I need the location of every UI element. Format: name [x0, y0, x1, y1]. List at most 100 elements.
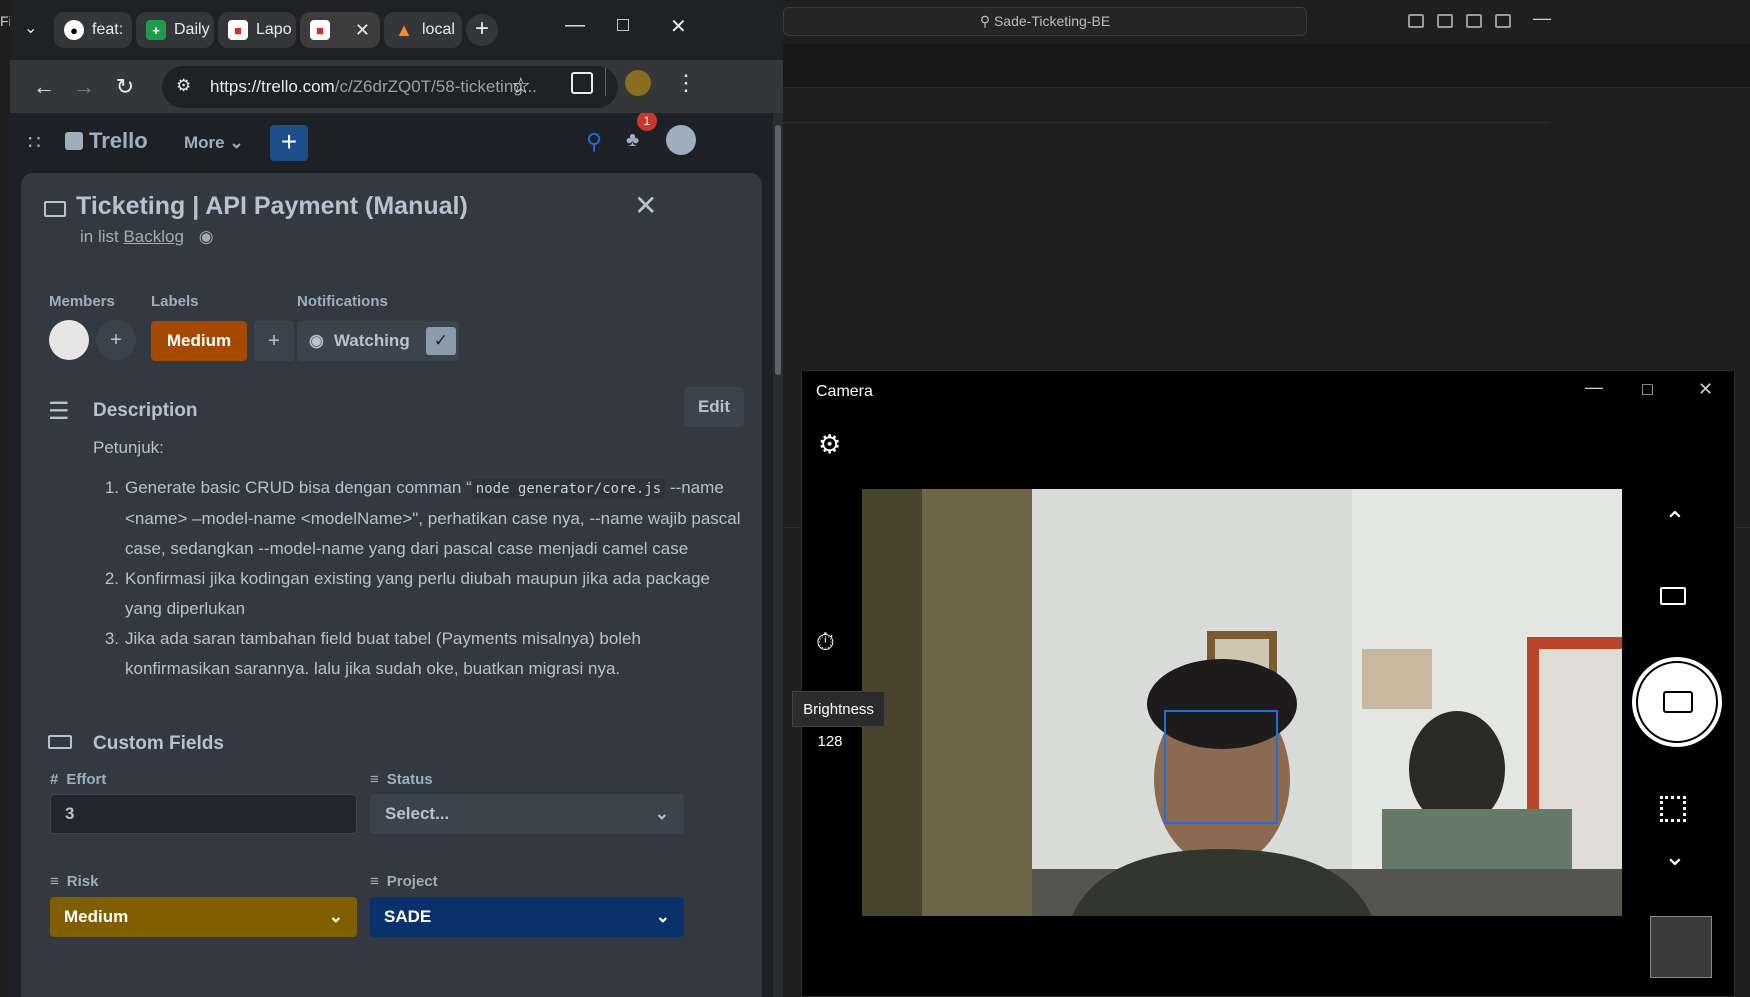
minimize-icon[interactable]: — [565, 14, 585, 37]
list-item-text: Generate basic CRUD bisa dengan comman “… [125, 473, 743, 564]
risk-select[interactable]: Medium ⌄ [50, 897, 357, 937]
description-icon: ☰ [48, 398, 70, 425]
app-switcher-icon[interactable]: ∷ [28, 130, 41, 155]
tab-sheets[interactable]: + Daily [136, 12, 214, 48]
video-mode-icon[interactable] [1660, 587, 1686, 605]
add-member-button[interactable]: + [96, 320, 136, 360]
status-label: ≡ Status [370, 771, 433, 788]
close-window-icon[interactable]: ✕ [670, 14, 687, 39]
label-chip-medium[interactable]: Medium [151, 321, 247, 361]
create-button[interactable]: + [270, 125, 308, 161]
project-value: SADE [384, 907, 432, 926]
custom-fields-icon [48, 735, 72, 749]
bookmark-star-icon[interactable]: ☆ [511, 73, 531, 99]
minimize-icon[interactable]: — [1585, 377, 1603, 398]
chevron-down-icon: ⌄ [229, 133, 244, 152]
card-modal: Ticketing | API Payment (Manual) ✕ in li… [21, 173, 762, 997]
project-label: ≡ Project [370, 873, 438, 890]
maximize-icon[interactable]: □ [617, 14, 629, 37]
notification-count-badge: 1 [637, 113, 657, 131]
close-tab-icon[interactable]: ✕ [355, 20, 370, 41]
forward-icon[interactable]: → [69, 72, 99, 102]
brightness-value: 128 [817, 733, 843, 750]
tab-doc[interactable]: ■ Lapo [218, 12, 296, 48]
tab-trello-active[interactable]: ■ ✕ [300, 12, 380, 48]
card-title[interactable]: Ticketing | API Payment (Manual) [76, 192, 468, 221]
chevron-down-icon: ⌄ [654, 804, 669, 823]
qr-code-icon[interactable] [1660, 796, 1686, 822]
toolbar-divider [605, 68, 606, 96]
more-menu[interactable]: More ⌄ [184, 133, 244, 153]
last-capture-thumbnail[interactable] [1650, 916, 1712, 978]
members-label: Members [49, 293, 115, 310]
add-label-button[interactable]: + [254, 321, 294, 361]
close-icon[interactable]: ✕ [634, 189, 657, 222]
maximize-icon[interactable]: □ [1642, 379, 1653, 400]
scrollbar-thumb[interactable] [775, 125, 781, 375]
minimize-icon[interactable]: — [1533, 8, 1551, 29]
tab-xampp[interactable]: ▲ local [384, 12, 462, 48]
list-icon: ≡ [50, 873, 59, 890]
gear-icon[interactable]: ⚙ [818, 429, 841, 460]
chevron-down-icon: ⌄ [655, 907, 670, 926]
edit-description-button[interactable]: Edit [684, 387, 744, 427]
trello-logo-text: Trello [89, 128, 148, 153]
list-item-text-before: Generate basic CRUD bisa dengan comman “ [125, 478, 472, 497]
project-select[interactable]: SADE ⌄ [370, 897, 684, 937]
chevron-up-icon[interactable]: ⌃ [1664, 506, 1686, 537]
trello-header: ∷ Trello More ⌄ + ⚲ ♣ 1 [10, 113, 773, 175]
effort-field[interactable]: 3 [50, 794, 357, 834]
tab-strip: ⌄ ● feat: + Daily ■ Lapo ■ ✕ ▲ local + —… [10, 0, 783, 60]
editor-divider [782, 122, 1550, 123]
user-avatar[interactable] [666, 125, 696, 155]
trello-logo[interactable]: Trello [65, 128, 148, 154]
list-icon: ≡ [370, 771, 379, 788]
tab-search-chevron-icon[interactable]: ⌄ [24, 18, 37, 38]
vscode-command-center[interactable]: ⚲ Sade-Ticketing-BE [783, 7, 1307, 36]
sheets-icon: + [146, 20, 166, 40]
address-bar[interactable]: ⚙ https://trello.com/c/Z6drZQ0T/58-ticke… [162, 66, 618, 108]
effort-label: # Effort [50, 771, 106, 788]
eye-icon: ◉ [198, 227, 214, 246]
chrome-window: ⌄ ● feat: + Daily ■ Lapo ■ ✕ ▲ local + —… [10, 0, 783, 997]
kebab-menu-icon[interactable]: ⋮ [675, 70, 697, 96]
list-item-text: Jika ada saran tambahan field buat tabel… [125, 629, 641, 678]
tab-label: local [422, 21, 455, 38]
notifications-bell-icon[interactable]: ♣ [626, 129, 639, 152]
watching-label: Watching [333, 331, 410, 350]
camera-title: Camera [816, 383, 873, 400]
chevron-down-icon: ⌄ [328, 907, 343, 926]
member-avatar[interactable] [49, 320, 89, 360]
camera-window: Camera — □ ✕ ⚙ ⏱ Brightness 128 ⌃ ⌄ [792, 370, 1735, 997]
search-icon: ⚲ [979, 13, 991, 29]
description-intro: Petunjuk: [93, 438, 164, 457]
reload-icon[interactable]: ↻ [110, 72, 140, 102]
toggle-secondary-sidebar-icon[interactable] [1466, 14, 1482, 28]
search-icon[interactable]: ⚲ [586, 129, 602, 155]
list-number: 2. [104, 569, 119, 588]
labels-label: Labels [151, 293, 199, 310]
new-tab-button[interactable]: + [466, 14, 498, 46]
customize-layout-icon[interactable] [1495, 14, 1511, 28]
close-window-icon[interactable]: ✕ [1698, 379, 1713, 400]
tab-github[interactable]: ● feat: [54, 12, 132, 48]
list-number: 1. [104, 478, 119, 497]
tab-label: Daily [174, 21, 210, 38]
risk-label: ≡ Risk [50, 873, 98, 890]
camera-icon [1663, 691, 1693, 713]
in-list-prefix: in list [80, 227, 119, 246]
extensions-icon[interactable] [571, 72, 593, 94]
chevron-down-icon[interactable]: ⌄ [1664, 841, 1686, 872]
profile-avatar[interactable] [625, 70, 651, 96]
toggle-panel-icon[interactable] [1437, 14, 1453, 28]
custom-fields-heading: Custom Fields [93, 733, 224, 754]
list-icon: ≡ [370, 873, 379, 890]
back-icon[interactable]: ← [29, 72, 59, 102]
timer-off-icon[interactable]: ⏱ [816, 629, 835, 657]
site-settings-icon[interactable]: ⚙ [176, 76, 191, 96]
status-select[interactable]: Select... ⌄ [370, 794, 684, 834]
status-value: Select... [385, 804, 450, 823]
toggle-sidebar-icon[interactable] [1408, 14, 1424, 28]
list-link[interactable]: Backlog [123, 227, 183, 246]
vscode-tabbar [782, 44, 1750, 88]
